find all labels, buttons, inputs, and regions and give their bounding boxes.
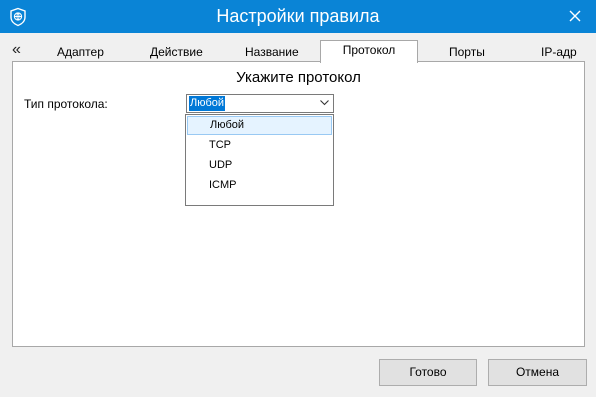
- tab-adapter[interactable]: Адаптер: [57, 43, 104, 61]
- tab-strip: « Адаптер Действие Название Протокол Пор…: [0, 40, 596, 63]
- dropdown-option-icmp[interactable]: ICMP: [187, 176, 332, 195]
- tab-ip-address[interactable]: IP-адр: [541, 43, 586, 61]
- protocol-type-value: Любой: [189, 96, 226, 111]
- panel-heading: Укажите протокол: [236, 69, 361, 86]
- protocol-dropdown-list: Любой TCP UDP ICMP: [185, 114, 334, 206]
- done-button[interactable]: Готово: [379, 359, 477, 386]
- close-icon[interactable]: [564, 5, 586, 27]
- tab-action[interactable]: Действие: [150, 43, 203, 61]
- window-title: Настройки правила: [216, 6, 380, 26]
- protocol-type-select[interactable]: Любой: [186, 94, 334, 113]
- dropdown-option-any[interactable]: Любой: [187, 116, 332, 135]
- tab-ports[interactable]: Порты: [449, 43, 485, 61]
- dropdown-option-udp[interactable]: UDP: [187, 156, 332, 175]
- double-chevron-left-icon[interactable]: «: [12, 42, 21, 58]
- cancel-button[interactable]: Отмена: [488, 359, 587, 386]
- tab-name[interactable]: Название: [245, 43, 299, 61]
- dropdown-option-tcp[interactable]: TCP: [187, 136, 332, 155]
- protocol-panel: Укажите протокол Тип протокола: Любой Лю…: [12, 61, 585, 347]
- title-bar: Настройки правила: [0, 0, 596, 33]
- protocol-type-label: Тип протокола:: [24, 97, 108, 111]
- chevron-down-icon[interactable]: [320, 100, 329, 106]
- tab-protocol[interactable]: Протокол: [320, 40, 418, 63]
